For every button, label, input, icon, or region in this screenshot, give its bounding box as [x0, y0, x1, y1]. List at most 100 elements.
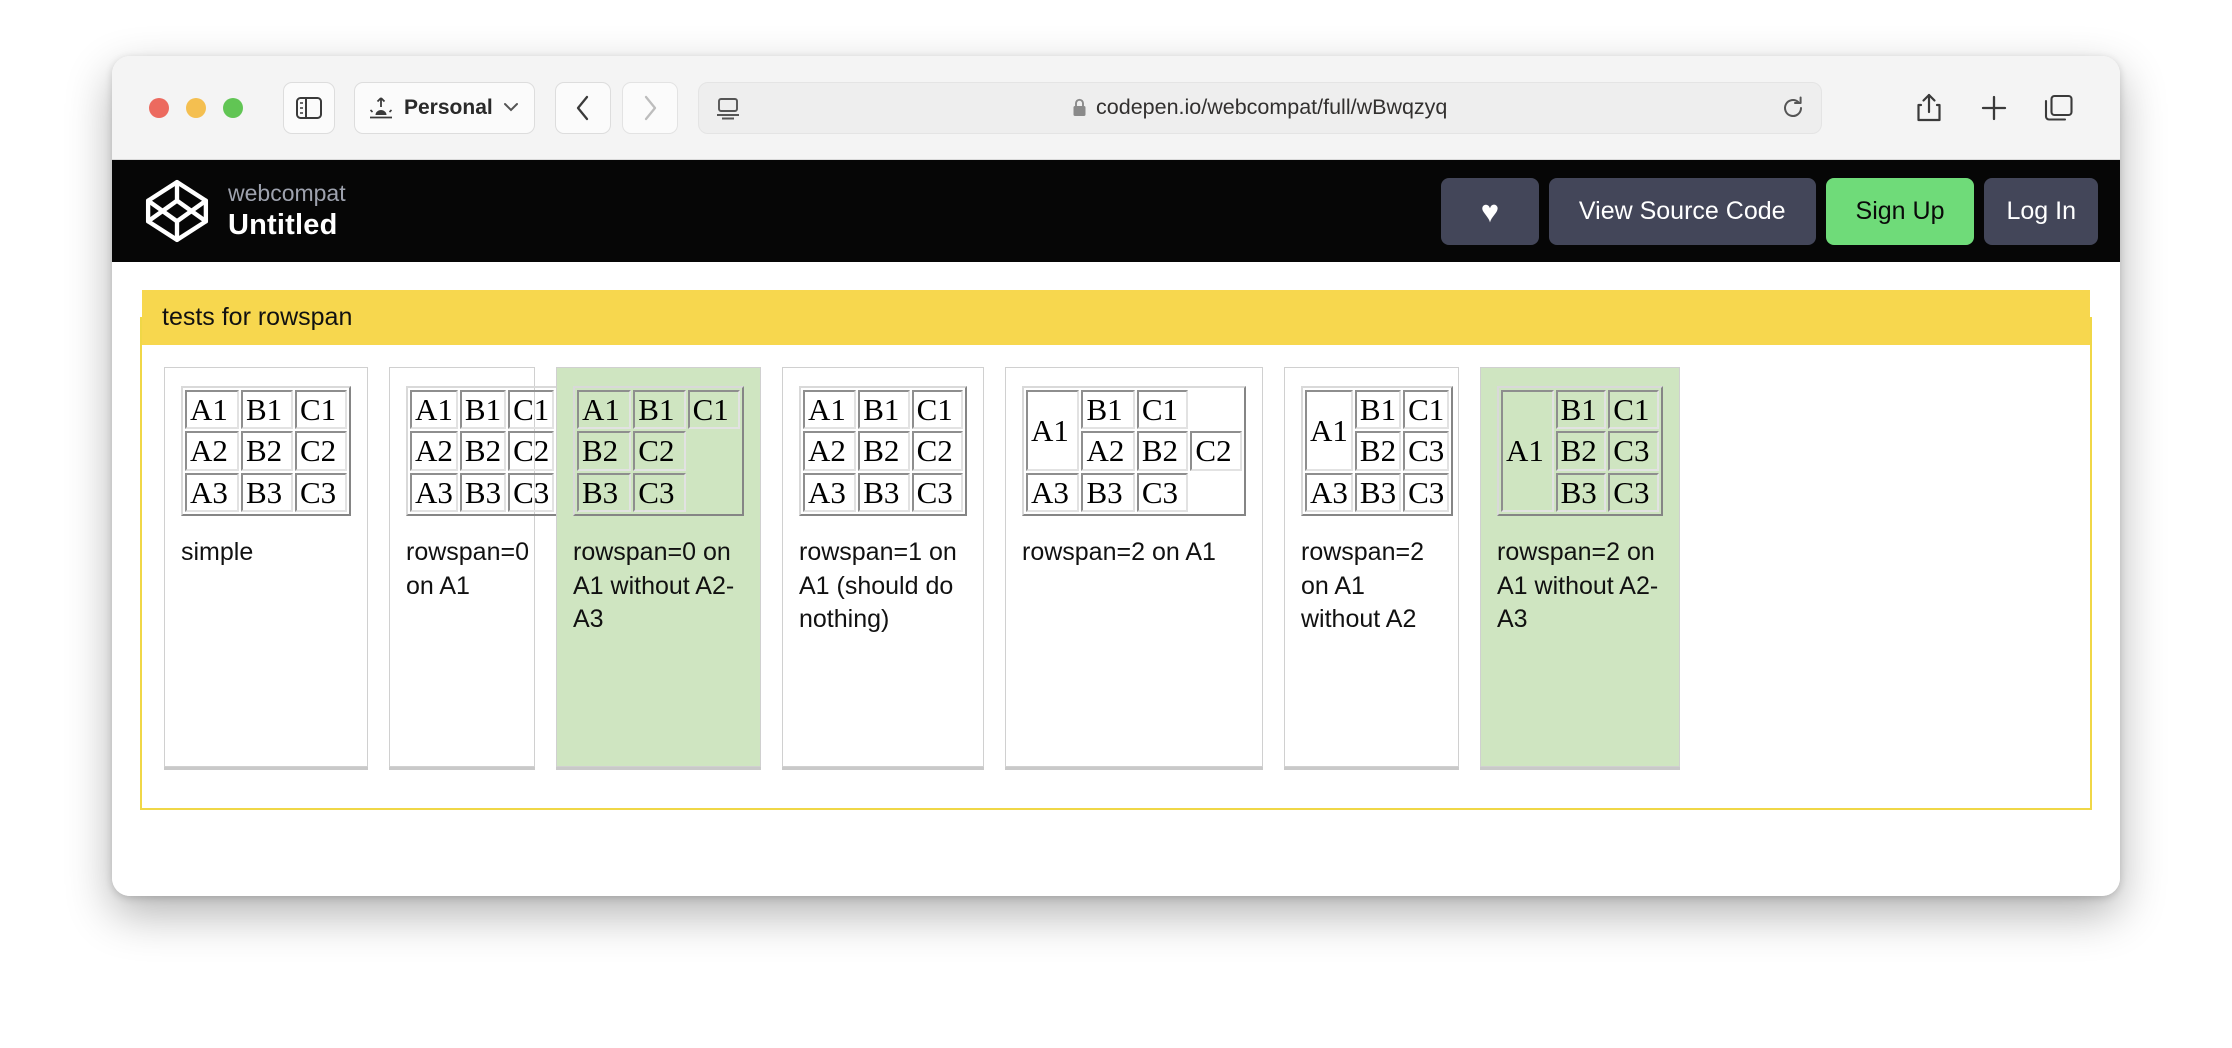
table-cell: C2 — [911, 431, 963, 471]
table-cell: A1 — [577, 390, 632, 430]
table-cell: B1 — [1354, 390, 1402, 430]
table-cell: B1 — [1081, 390, 1135, 430]
table-cell: A1 — [410, 390, 458, 430]
table-cell: B2 — [1354, 431, 1402, 471]
share-button[interactable] — [1906, 85, 1952, 131]
table-cell: B2 — [577, 431, 632, 471]
pen-title-label: Untitled — [228, 209, 338, 241]
table-cell: C1 — [508, 390, 555, 430]
rowspan-demo-table: A1 B1 C1 A2 B2 C2 A3 B3 C3 — [1022, 386, 1246, 517]
love-button[interactable]: ♥ — [1440, 177, 1539, 245]
table-cell: C2 — [294, 431, 347, 471]
pen-actions: ♥ View Source Code Sign Up Log In — [1440, 177, 2098, 245]
sign-up-button[interactable]: Sign Up — [1825, 177, 1975, 245]
forward-button[interactable] — [621, 81, 678, 134]
table-cell: B3 — [1555, 472, 1607, 513]
table-cell: C1 — [1403, 390, 1450, 430]
table-cell: B3 — [1081, 472, 1135, 513]
url-display[interactable]: codepen.io/webcompat/full/wBwqzyq — [699, 95, 1821, 120]
minimize-window-button[interactable] — [186, 97, 206, 118]
test-card: A1 B1 C1 A2 B2 C2 A3 B3 C3 rowspan=1 on A1 (shoul… — [782, 367, 984, 767]
log-in-button[interactable]: Log In — [1984, 177, 2098, 245]
table-cell: B3 — [459, 472, 507, 513]
table-cell: A2 — [803, 431, 857, 471]
table-cell: C2 — [508, 431, 555, 471]
table-cell: B1 — [858, 390, 910, 430]
table-cell: A2 — [185, 431, 239, 471]
table-cell: C2 — [1190, 431, 1242, 471]
table-cell: C3 — [1136, 472, 1189, 513]
table-cell: C3 — [1608, 431, 1659, 471]
address-bar[interactable]: codepen.io/webcompat/full/wBwqzyq — [697, 81, 1822, 134]
test-card: A1 B1 C1 B2 C3 B3 C3 rowspan=2 on A1 without A2… — [1480, 367, 1680, 767]
back-button[interactable] — [554, 81, 611, 134]
table-cell: A1 — [185, 390, 239, 430]
rowspan-demo-table: A1 B1 C1 B2 C2 B3 C3 — [573, 386, 744, 517]
table-cell: B3 — [577, 472, 632, 513]
table-cell: C3 — [1608, 472, 1659, 513]
browser-window: Personal codepen.io/webcompat/full/wBwqz… — [112, 56, 2120, 896]
table-cell: A1 — [803, 390, 857, 430]
table-cell: A3 — [803, 472, 857, 513]
table-row: A2 B2 C2 — [410, 431, 555, 471]
table-cell: C1 — [687, 390, 740, 430]
table-row: A2 B2 C2 — [803, 431, 963, 471]
table-cell: B3 — [1354, 472, 1402, 513]
test-card-caption: rowspan=2 on A1 without A2-A3 — [1497, 538, 1659, 633]
table-row: A3 B3 C3 — [803, 472, 963, 513]
table-cell: B2 — [1555, 431, 1607, 471]
chevron-right-icon — [644, 95, 656, 120]
maximize-window-button[interactable] — [223, 97, 243, 118]
table-row: A3 B3 C3 — [1305, 472, 1450, 513]
toolbar-right-group — [1906, 85, 2082, 131]
test-card: A1 B1 C1 B2 C3 A3 B3 C3 rowspan=2 on A1 without … — [1284, 367, 1459, 767]
pen-owner-label[interactable]: webcompat — [228, 180, 346, 207]
table-row: A1 B1 C1 — [1501, 390, 1659, 513]
table-row: A3 B3 C3 — [410, 472, 555, 513]
table-row: B3 C3 — [577, 472, 740, 513]
view-source-code-button[interactable]: View Source Code — [1548, 177, 1816, 245]
table-cell: A2 — [1081, 431, 1135, 471]
profile-switcher-button[interactable]: Personal — [354, 81, 535, 134]
browser-toolbar: Personal codepen.io/webcompat/full/wBwqz… — [112, 56, 2120, 160]
table-row: A2 B2 C2 — [185, 431, 347, 471]
test-card-caption: rowspan=2 on A1 without A2 — [1301, 538, 1424, 633]
table-cell: B3 — [858, 472, 910, 513]
tab-overview-icon — [2044, 94, 2073, 121]
table-cell: C1 — [1608, 390, 1659, 430]
table-cell: C3 — [633, 472, 686, 513]
table-cell: B2 — [240, 431, 293, 471]
table-cell: B2 — [858, 431, 910, 471]
rowspan-tests-fieldset: tests for rowspan A1 B1 C1 A2 B2 C2 A3 B3 C3 simp… — [140, 290, 2092, 810]
table-cell: C3 — [1403, 431, 1450, 471]
table-row: B2 C2 — [577, 431, 740, 471]
rowspan-demo-table: A1 B1 C1 A2 B2 C2 A3 B3 C3 — [406, 386, 559, 517]
table-cell: A1 — [1026, 390, 1080, 471]
test-card: A1 B1 C1 A2 B2 C2 A3 B3 C3 rowspan=0 on A1 — [389, 367, 559, 767]
rowspan-demo-table: A1 B1 C1 A2 B2 C2 A3 B3 C3 — [799, 386, 967, 517]
table-cell: C3 — [508, 472, 555, 513]
table-cell: B1 — [240, 390, 293, 430]
table-row: A3 B3 C3 — [1026, 472, 1242, 513]
codepen-logo-icon[interactable] — [144, 178, 210, 244]
new-tab-button[interactable] — [1971, 85, 2017, 131]
tab-overview-button[interactable] — [2036, 85, 2082, 131]
table-cell: C1 — [1136, 390, 1189, 430]
table-cell: A3 — [1026, 472, 1080, 513]
table-cell: B3 — [240, 472, 293, 513]
table-row: A1 B1 C1 — [577, 390, 740, 430]
chevron-left-icon — [576, 95, 588, 120]
close-window-button[interactable] — [149, 97, 169, 118]
table-cell: C2 — [633, 431, 686, 471]
table-cell: B1 — [459, 390, 507, 430]
sidebar-toggle-button[interactable] — [283, 81, 335, 134]
test-card: A1 B1 C1 A2 B2 C2 A3 B3 C3 rowspan=2 on A1 — [1005, 367, 1263, 767]
table-cell: C3 — [911, 472, 963, 513]
table-cell: B2 — [459, 431, 507, 471]
rowspan-demo-table: A1 B1 C1 B2 C3 B3 C3 — [1497, 386, 1663, 517]
table-cell: B2 — [1136, 431, 1189, 471]
sidebar-icon — [296, 96, 322, 119]
test-card-caption: rowspan=0 on A1 — [406, 538, 529, 600]
table-row: A1 B1 C1 — [803, 390, 963, 430]
test-card-caption: rowspan=2 on A1 — [1022, 538, 1216, 567]
